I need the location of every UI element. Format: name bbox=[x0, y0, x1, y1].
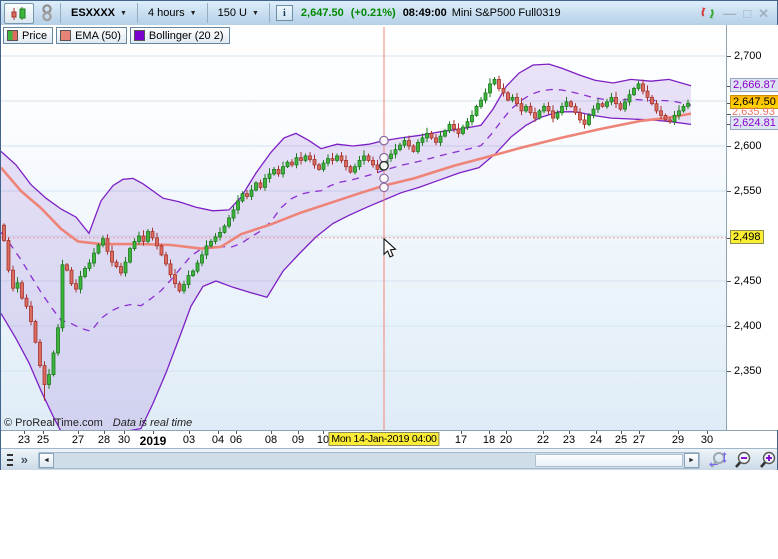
data-provider-note: © ProRealTime.com Data is real time bbox=[4, 417, 192, 429]
refresh-icon[interactable] bbox=[699, 5, 716, 21]
legend-bollinger[interactable]: Bollinger (20 2) bbox=[130, 27, 230, 44]
link-charts-icon[interactable] bbox=[40, 3, 54, 23]
crosshair-date-tag: Mon 14-Jan-2019 04:00 bbox=[328, 432, 439, 446]
date-tick-label: 08 bbox=[265, 434, 277, 446]
chart-window: ESXXXX ▼ 4 hours ▼ 150 U ▼ i 2,647.50 (+… bbox=[0, 0, 778, 471]
axis-tick bbox=[727, 326, 731, 327]
date-tick-label: 18 bbox=[483, 434, 495, 446]
price-tag-alert: 2,498 bbox=[730, 230, 764, 244]
price-tick-label: 2,400 bbox=[734, 320, 762, 332]
axis-tick bbox=[727, 56, 731, 57]
date-tick-label: 25 bbox=[37, 434, 49, 446]
range-dropdown[interactable]: 150 U ▼ bbox=[214, 7, 263, 19]
chart-scrollbar[interactable]: ◄ ► bbox=[38, 452, 700, 469]
date-tick-label: 17 bbox=[455, 434, 467, 446]
axis-tick bbox=[727, 371, 731, 372]
menu-icon[interactable] bbox=[7, 454, 13, 466]
chevron-down-icon: ▼ bbox=[120, 10, 127, 17]
date-tick-label: 24 bbox=[590, 434, 602, 446]
empty-space bbox=[0, 470, 778, 559]
date-tick-label: 2019 bbox=[140, 434, 167, 448]
instrument-dropdown[interactable]: ESXXXX ▼ bbox=[67, 7, 131, 19]
quote-time: 08:49:00 bbox=[403, 7, 447, 19]
chevron-down-icon: ▼ bbox=[252, 10, 259, 17]
price-axis[interactable]: 2,700 2,600 2,550 2,450 2,400 2,350 2,666.87 2,… bbox=[726, 25, 778, 430]
date-tick-label: 04 bbox=[212, 434, 224, 446]
axis-tick bbox=[727, 191, 731, 192]
realtime-note: Data is real time bbox=[113, 417, 192, 429]
time-axis[interactable]: 23 25 27 28 30 2019 03 04 06 08 09 10 17 18 20 22 23 24 25… bbox=[1, 430, 777, 449]
date-tick-label: 29 bbox=[672, 434, 684, 446]
legend-ema-label: EMA (50) bbox=[75, 30, 121, 42]
minimize-button[interactable]: — bbox=[723, 7, 736, 20]
title-bar: ESXXXX ▼ 4 hours ▼ 150 U ▼ i 2,647.50 (+… bbox=[1, 1, 777, 26]
legend-bollinger-label: Bollinger (20 2) bbox=[149, 30, 224, 42]
price-tick-label: 2,700 bbox=[734, 50, 762, 62]
axis-tick bbox=[727, 281, 731, 282]
date-tick-label: 30 bbox=[118, 434, 130, 446]
date-tick-label: 25 bbox=[615, 434, 627, 446]
date-tick-label: 06 bbox=[230, 434, 242, 446]
price-tick-label: 2,350 bbox=[734, 365, 762, 377]
close-button[interactable]: ✕ bbox=[758, 7, 769, 20]
date-tick-label: 22 bbox=[537, 434, 549, 446]
separator bbox=[207, 3, 208, 23]
chart-type-button[interactable] bbox=[4, 3, 34, 24]
date-tick-label: 28 bbox=[98, 434, 110, 446]
chart-svg bbox=[1, 25, 726, 430]
separator bbox=[137, 3, 138, 23]
timeframe-label: 4 hours bbox=[148, 7, 185, 19]
legend-price-label: Price bbox=[22, 30, 47, 42]
expand-toolbar-icon[interactable]: » bbox=[21, 454, 28, 466]
date-tick-label: 20 bbox=[500, 434, 512, 446]
separator bbox=[60, 3, 61, 23]
date-tick-label: 23 bbox=[563, 434, 575, 446]
instrument-full-name: Mini S&P500 Full0319 bbox=[452, 7, 561, 19]
separator bbox=[269, 3, 270, 23]
legend-ema[interactable]: EMA (50) bbox=[56, 27, 127, 44]
date-tick-label: 27 bbox=[72, 434, 84, 446]
zoom-out-icon[interactable] bbox=[733, 451, 752, 469]
bollinger-swatch-icon bbox=[134, 30, 145, 41]
screen: ESXXXX ▼ 4 hours ▼ 150 U ▼ i 2,647.50 (+… bbox=[0, 0, 778, 559]
price-change: (+0.21%) bbox=[351, 7, 396, 19]
indicator-legend: Price EMA (50) Bollinger (20 2) bbox=[3, 27, 230, 44]
bottom-toolbar: » ◄ ► bbox=[1, 448, 777, 471]
legend-price[interactable]: Price bbox=[3, 27, 53, 44]
price-tick-label: 2,550 bbox=[734, 185, 762, 197]
scrollbar-thumb[interactable] bbox=[535, 454, 683, 467]
info-icon[interactable]: i bbox=[276, 5, 293, 21]
date-tick-label: 10 bbox=[317, 434, 329, 446]
date-tick-label: 27 bbox=[633, 434, 645, 446]
range-label: 150 U bbox=[218, 7, 247, 19]
price-swatch-icon bbox=[7, 30, 18, 41]
scroll-right-button[interactable]: ► bbox=[684, 453, 699, 468]
date-tick-label: 03 bbox=[183, 434, 195, 446]
zoom-fit-icon[interactable] bbox=[708, 451, 727, 469]
maximize-button[interactable]: □ bbox=[743, 7, 751, 20]
date-tick-label: 23 bbox=[18, 434, 30, 446]
price-tick-label: 2,600 bbox=[734, 140, 762, 152]
mouse-cursor-icon bbox=[384, 239, 396, 257]
ema-swatch-icon bbox=[60, 30, 71, 41]
zoom-in-icon[interactable] bbox=[758, 451, 777, 469]
axis-tick bbox=[727, 146, 731, 147]
timeframe-dropdown[interactable]: 4 hours ▼ bbox=[144, 7, 201, 19]
price-tag-band: 2,624.81 bbox=[730, 116, 778, 130]
scroll-left-button[interactable]: ◄ bbox=[39, 453, 54, 468]
date-tick-label: 30 bbox=[701, 434, 713, 446]
window-controls: — □ ✕ bbox=[699, 5, 777, 21]
chevron-down-icon: ▼ bbox=[190, 10, 197, 17]
chart-area[interactable]: Price EMA (50) Bollinger (20 2) © ProRea… bbox=[1, 25, 726, 430]
price-tag-band: 2,666.87 bbox=[730, 78, 778, 92]
copyright-text: © ProRealTime.com bbox=[4, 417, 103, 429]
zoom-controls bbox=[708, 451, 777, 469]
instrument-label: ESXXXX bbox=[71, 7, 115, 19]
price-tick-label: 2,450 bbox=[734, 275, 762, 287]
candlestick-icon bbox=[10, 6, 28, 21]
last-price: 2,647.50 bbox=[301, 7, 344, 19]
date-tick-label: 09 bbox=[292, 434, 304, 446]
